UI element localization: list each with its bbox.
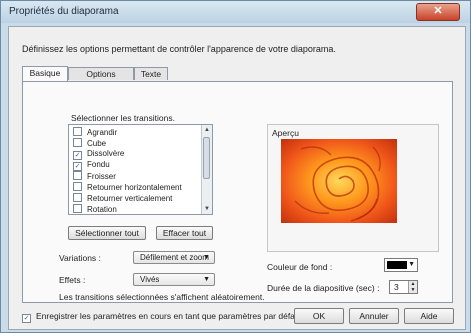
checkbox[interactable]: ✓ [73,151,82,160]
list-item[interactable]: Agrandir [73,127,117,137]
slide-duration-value: 3 [394,282,399,292]
save-as-default-checkbox[interactable]: ✓ [22,314,31,323]
list-item[interactable]: ✓ Dissolvère [73,149,124,160]
random-transitions-note: Les transitions sélectionnées s'affichen… [59,292,265,302]
list-item[interactable]: Retourner verticalement [73,193,172,203]
list-item[interactable]: Rotation [73,204,117,214]
tab-advanced-options[interactable]: Options avancées [68,67,134,92]
background-color-picker[interactable]: ▼ [384,258,418,272]
rose-preview-image [281,139,397,223]
slide-duration-spinner[interactable]: 3 ▲ ▼ [389,280,418,294]
slide-duration-label: Durée de la diapositive (sec) : [267,283,380,293]
variations-value: Défilement et zoom [140,253,209,262]
checkbox[interactable] [73,204,82,213]
list-item[interactable]: Cube [73,138,106,148]
chevron-down-icon: ▼ [408,261,415,268]
ok-button[interactable]: OK [294,308,344,324]
checkbox[interactable] [73,138,82,147]
preview-label: Aperçu [272,128,299,138]
save-as-default-option[interactable]: ✓ Enregistrer les paramètres en cours en … [22,311,302,323]
close-button[interactable]: ✕ [416,3,460,21]
checkbox[interactable] [73,182,82,191]
list-item[interactable]: Retourner horizontalement [73,182,182,192]
variations-dropdown[interactable]: Défilement et zoom ▼ [133,251,215,264]
checkbox[interactable]: ✓ [73,162,82,171]
cancel-button[interactable]: Annuler [349,308,399,324]
effects-dropdown[interactable]: Vivés ▼ [133,273,215,286]
intro-text: Définissez les options permettant de con… [22,44,336,54]
effects-label: Effets : [59,275,86,285]
list-item[interactable]: ✓ Fondu [73,160,110,171]
transitions-label: Sélectionner les transitions. [71,113,175,123]
scroll-thumb[interactable] [203,137,210,179]
tab-basic[interactable]: Basique [22,66,68,81]
chevron-down-icon: ▼ [203,254,210,261]
list-scrollbar[interactable]: ▲ ▼ [201,125,212,214]
scroll-up-arrow-icon[interactable]: ▲ [202,125,212,135]
list-item[interactable]: Froisser [73,171,116,181]
basic-tab-panel: Sélectionner les transitions. Agrandir C… [22,81,453,303]
checkbox[interactable] [73,193,82,202]
scroll-down-arrow-icon[interactable]: ▼ [202,204,212,214]
title-bar[interactable]: Propriétés du diaporama ✕ [1,1,470,23]
window-title: Propriétés du diaporama [9,6,119,17]
checkbox[interactable] [73,171,82,180]
checkbox[interactable] [73,127,82,136]
slideshow-properties-dialog: Propriétés du diaporama ✕ Définissez les… [0,0,471,333]
transitions-list[interactable]: Agrandir Cube ✓ Dissolvère ✓ Fondu Froisse… [68,124,213,215]
help-button[interactable]: Aide [404,308,454,324]
dialog-body: Définissez les options permettant de con… [8,26,466,330]
save-as-default-label: Enregistrer les paramètres en cours en t… [36,311,303,321]
select-all-button[interactable]: Sélectionner tout [68,226,146,240]
tab-text[interactable]: Texte [134,67,168,80]
preview-frame: Aperçu [267,124,439,252]
chevron-down-icon: ▼ [203,276,210,283]
clear-all-button[interactable]: Effacer tout [156,226,213,240]
color-swatch-fill [387,261,407,269]
spin-down-icon[interactable]: ▼ [408,287,417,293]
variations-label: Variations : [59,253,101,263]
effects-value: Vivés [140,275,160,284]
background-color-label: Couleur de fond : [267,262,333,272]
